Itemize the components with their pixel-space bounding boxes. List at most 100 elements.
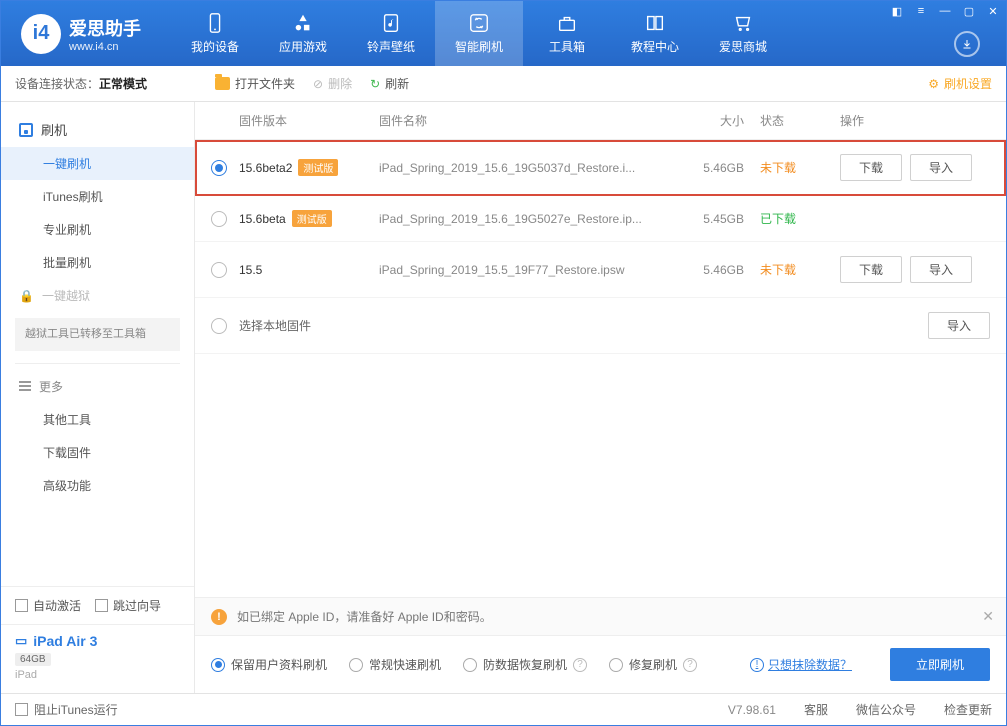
- radio-icon: [463, 658, 477, 672]
- jailbreak-note: 越狱工具已转移至工具箱: [15, 318, 180, 351]
- col-status: 状态: [760, 112, 840, 129]
- download-indicator-icon[interactable]: [954, 31, 980, 57]
- logo-area: i4 爱思助手 www.i4.cn: [1, 14, 171, 54]
- sidebar-item-other-tools[interactable]: 其他工具: [1, 403, 194, 436]
- nav-label: 我的设备: [191, 38, 239, 55]
- sidebar-item-pro-flash[interactable]: 专业刷机: [1, 213, 194, 246]
- delete-button[interactable]: ⊘ 删除: [313, 75, 352, 92]
- sidebar-head-flash[interactable]: 刷机: [1, 112, 194, 147]
- size-cell: 5.46GB: [680, 161, 760, 175]
- more-label: 更多: [39, 378, 63, 395]
- toolbar: 设备连接状态：正常模式 打开文件夹 ⊘ 删除 ↻ 刷新 ⚙ 刷机设置: [1, 66, 1006, 102]
- music-icon: [380, 12, 402, 34]
- option-label: 修复刷机: [629, 656, 677, 673]
- nav-my-device[interactable]: 我的设备: [171, 1, 259, 66]
- nav-label: 工具箱: [549, 38, 585, 55]
- sidebar-head-label: 刷机: [41, 120, 67, 139]
- radio-icon[interactable]: [211, 211, 227, 227]
- radio-icon: [609, 658, 623, 672]
- version-cell: 15.6beta2测试版: [239, 159, 379, 176]
- refresh-button[interactable]: ↻ 刷新: [370, 75, 409, 92]
- col-size: 大小: [680, 112, 760, 129]
- option-label: 保留用户资料刷机: [231, 656, 327, 673]
- option-label: 防数据恢复刷机: [483, 656, 567, 673]
- flash-mode-option[interactable]: 保留用户资料刷机: [211, 656, 327, 673]
- help-icon[interactable]: ?: [683, 658, 697, 672]
- flash-now-button[interactable]: 立即刷机: [890, 648, 990, 681]
- flash-mode-option[interactable]: 防数据恢复刷机?: [463, 656, 587, 673]
- radio-icon[interactable]: [211, 160, 227, 176]
- help-icon[interactable]: ?: [573, 658, 587, 672]
- erase-data-link[interactable]: ! 只想抹除数据？: [750, 656, 852, 673]
- flash-icon: [19, 123, 33, 137]
- close-strip-button[interactable]: ✕: [982, 608, 994, 625]
- menu-icon[interactable]: ≡: [914, 4, 928, 18]
- download-button[interactable]: 下载: [840, 154, 902, 181]
- sidebar-item-batch-flash[interactable]: 批量刷机: [1, 246, 194, 279]
- support-link[interactable]: 客服: [804, 701, 828, 718]
- skin-icon[interactable]: ◧: [890, 4, 904, 18]
- skip-guide-checkbox[interactable]: 跳过向导: [95, 597, 161, 614]
- import-button[interactable]: 导入: [928, 312, 990, 339]
- app-header: i4 爱思助手 www.i4.cn 我的设备 应用游戏 铃声壁纸 智能刷机 工具…: [1, 1, 1006, 66]
- sidebar-item-download-firmware[interactable]: 下载固件: [1, 436, 194, 469]
- nav-smart-flash[interactable]: 智能刷机: [435, 1, 523, 66]
- open-folder-button[interactable]: 打开文件夹: [215, 75, 295, 92]
- jailbreak-label: 一键越狱: [42, 287, 90, 304]
- col-version: 固件版本: [239, 112, 379, 129]
- close-icon[interactable]: ✕: [986, 4, 1000, 18]
- footer: 阻止iTunes运行 V7.98.61 客服 微信公众号 检查更新: [1, 693, 1006, 725]
- phone-icon: [204, 12, 226, 34]
- radio-icon[interactable]: [211, 318, 227, 334]
- sidebar-item-oneclick-flash[interactable]: 一键刷机: [1, 147, 194, 180]
- sidebar-head-more[interactable]: 更多: [1, 370, 194, 403]
- apps-icon: [292, 12, 314, 34]
- table-row[interactable]: 选择本地固件 导入: [195, 298, 1006, 354]
- lock-icon: 🔒: [19, 289, 34, 303]
- radio-icon: [349, 658, 363, 672]
- settings-label: 刷机设置: [944, 75, 992, 92]
- sidebar-item-advanced[interactable]: 高级功能: [1, 469, 194, 502]
- device-name[interactable]: ▭ iPad Air 3: [15, 633, 180, 649]
- table-row[interactable]: 15.6beta2测试版 iPad_Spring_2019_15.6_19G50…: [195, 140, 1006, 196]
- refresh-label: 刷新: [385, 75, 409, 92]
- nav-toolbox[interactable]: 工具箱: [523, 1, 611, 66]
- window-controls: ◧ ≡ ― ▢ ✕: [890, 4, 1000, 18]
- minimize-icon[interactable]: ―: [938, 4, 952, 18]
- app-title: 爱思助手: [69, 15, 141, 41]
- block-itunes-checkbox[interactable]: 阻止iTunes运行: [15, 701, 118, 718]
- nav-label: 应用游戏: [279, 38, 327, 55]
- flash-mode-option[interactable]: 修复刷机?: [609, 656, 697, 673]
- auto-activate-checkbox[interactable]: 自动激活: [15, 597, 81, 614]
- device-storage: 64GB: [15, 653, 51, 666]
- nav-label: 铃声壁纸: [367, 38, 415, 55]
- wechat-link[interactable]: 微信公众号: [856, 701, 916, 718]
- sidebar: 刷机 一键刷机 iTunes刷机 专业刷机 批量刷机 🔒 一键越狱 越狱工具已转…: [1, 102, 195, 693]
- import-button[interactable]: 导入: [910, 154, 972, 181]
- maximize-icon[interactable]: ▢: [962, 4, 976, 18]
- nav-store[interactable]: 爱思商城: [699, 1, 787, 66]
- radio-icon[interactable]: [211, 262, 227, 278]
- nav-ringtones[interactable]: 铃声壁纸: [347, 1, 435, 66]
- refresh-icon: ↻: [370, 77, 380, 91]
- table-row[interactable]: 15.6beta测试版 iPad_Spring_2019_15.6_19G502…: [195, 196, 1006, 242]
- download-button[interactable]: 下载: [840, 256, 902, 283]
- checkbox-icon: [15, 703, 28, 716]
- sidebar-item-itunes-flash[interactable]: iTunes刷机: [1, 180, 194, 213]
- info-icon: !: [750, 658, 764, 672]
- check-update-link[interactable]: 检查更新: [944, 701, 992, 718]
- nav-tutorials[interactable]: 教程中心: [611, 1, 699, 66]
- import-button[interactable]: 导入: [910, 256, 972, 283]
- hamburger-icon: [19, 381, 31, 391]
- status-value: 正常模式: [99, 77, 147, 91]
- warning-icon: !: [211, 609, 227, 625]
- nav-label: 爱思商城: [719, 38, 767, 55]
- app-subtitle: www.i4.cn: [69, 41, 141, 53]
- flash-settings-button[interactable]: ⚙ 刷机设置: [928, 75, 992, 92]
- table-row[interactable]: 15.5 iPad_Spring_2019_15.5_19F77_Restore…: [195, 242, 1006, 298]
- logo-icon: i4: [21, 14, 61, 54]
- flash-mode-option[interactable]: 常规快速刷机: [349, 656, 441, 673]
- beta-badge: 测试版: [292, 210, 332, 227]
- ops-cell: 下载 导入: [840, 154, 990, 181]
- nav-apps[interactable]: 应用游戏: [259, 1, 347, 66]
